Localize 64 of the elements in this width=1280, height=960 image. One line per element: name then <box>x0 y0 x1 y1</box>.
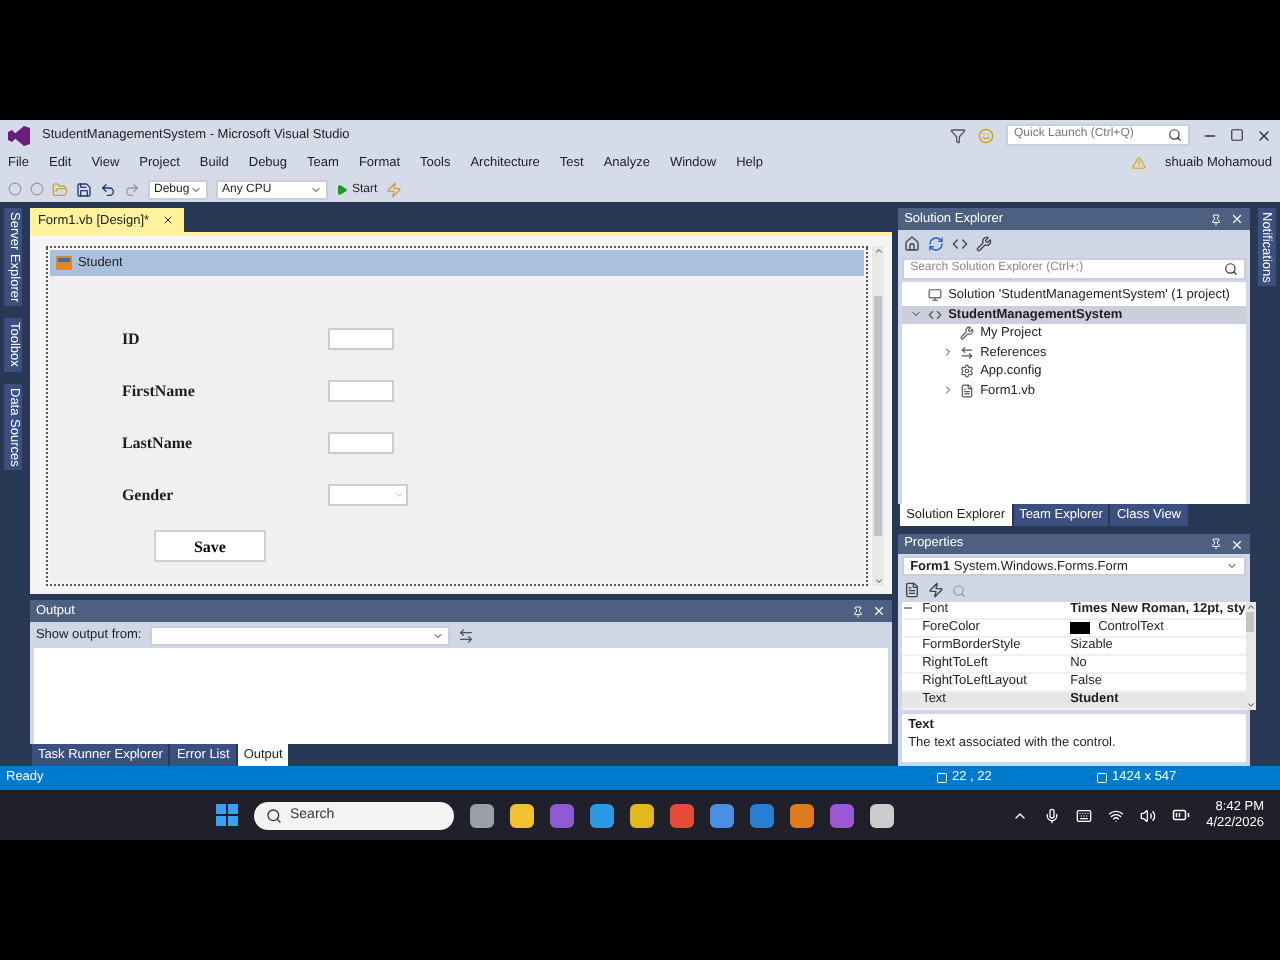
input-field[interactable] <box>327 431 394 453</box>
caret-icon <box>190 183 202 195</box>
events-icon[interactable] <box>928 582 945 599</box>
app-icon[interactable] <box>790 803 814 827</box>
gear-icon <box>960 364 975 379</box>
search-icon[interactable] <box>1224 262 1239 276</box>
wrench-icon <box>960 326 975 341</box>
app-icon[interactable] <box>670 803 694 827</box>
vertical-scrollbar[interactable] <box>1245 602 1256 710</box>
maximize-icon[interactable] <box>1230 128 1244 142</box>
volume-icon[interactable] <box>1140 807 1157 823</box>
home-icon[interactable] <box>904 235 921 251</box>
app-icon[interactable] <box>590 803 614 827</box>
app-logo-icon <box>8 125 30 145</box>
close-icon[interactable] <box>161 214 174 226</box>
file-icon <box>960 383 975 398</box>
search-icon <box>266 807 282 823</box>
form-icon <box>55 256 72 270</box>
size-icon <box>1096 771 1108 784</box>
close-icon[interactable] <box>1256 127 1272 143</box>
caret-icon <box>431 629 444 641</box>
pin-icon[interactable] <box>852 605 865 617</box>
field-label: Gender <box>121 485 176 503</box>
scroll-down-icon[interactable] <box>1245 700 1256 710</box>
keyboard-icon[interactable] <box>1076 807 1093 823</box>
scroll-up-icon[interactable] <box>873 246 884 256</box>
microphone-icon[interactable] <box>1044 807 1061 823</box>
code-icon <box>928 307 943 322</box>
start-icon[interactable] <box>216 804 238 826</box>
input-field[interactable] <box>327 327 394 349</box>
pin-icon[interactable] <box>1210 538 1223 550</box>
scroll-up-icon[interactable] <box>1245 602 1256 612</box>
search-icon[interactable] <box>1168 128 1182 142</box>
app-icon[interactable] <box>630 803 654 827</box>
arrows-icon <box>960 345 975 360</box>
field-label: FirstName <box>121 381 197 399</box>
wifi-icon[interactable] <box>1108 807 1125 823</box>
warning-icon <box>1131 156 1146 170</box>
save-icon[interactable] <box>76 181 92 197</box>
position-icon <box>936 771 948 784</box>
app-icon[interactable] <box>710 803 734 827</box>
scroll-down-icon[interactable] <box>873 576 884 586</box>
caret-icon <box>393 489 404 499</box>
refresh-icon[interactable] <box>928 235 945 251</box>
field-label: ID <box>121 329 142 347</box>
app-icon[interactable] <box>470 803 494 827</box>
collapse-icon[interactable] <box>902 602 915 614</box>
code-icon[interactable] <box>952 235 969 251</box>
input-field[interactable] <box>327 379 394 401</box>
save-button[interactable]: Save <box>153 530 266 562</box>
app-icon[interactable] <box>510 803 534 827</box>
vertical-scrollbar[interactable] <box>872 246 885 586</box>
play-icon <box>336 183 348 195</box>
app-icon[interactable] <box>870 803 894 827</box>
wrench-icon[interactable] <box>976 235 993 251</box>
caret-icon <box>310 183 322 195</box>
field-label: LastName <box>121 433 195 451</box>
pin-icon[interactable] <box>1210 213 1223 225</box>
undo-icon[interactable] <box>100 181 116 197</box>
monitor-icon <box>928 288 943 303</box>
battery-icon[interactable] <box>1172 806 1191 824</box>
dropdown-field[interactable] <box>327 483 408 505</box>
filter-icon[interactable] <box>950 127 966 143</box>
caret-icon <box>1226 560 1239 573</box>
